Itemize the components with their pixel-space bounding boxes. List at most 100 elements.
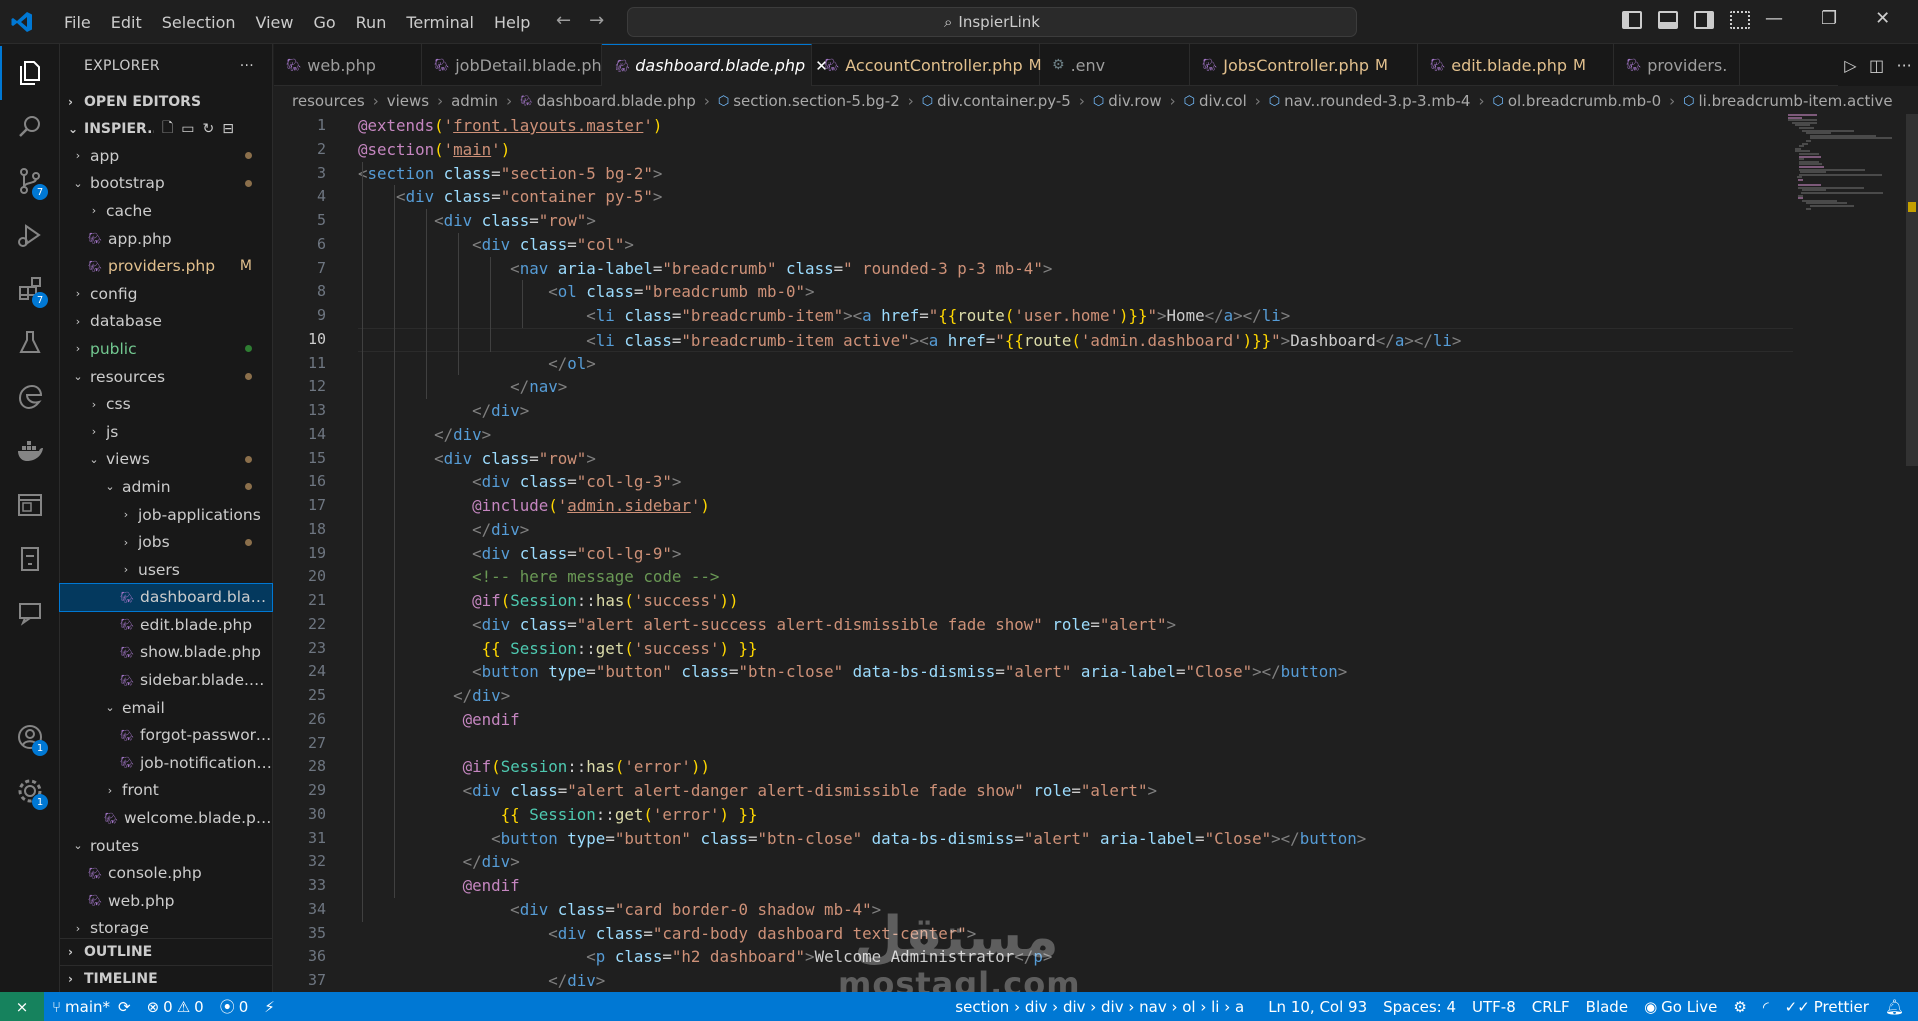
problems-indicator[interactable]: ⊗ 0 ⚠ 0 [139, 998, 212, 1016]
go-live-button[interactable]: ◉ Go Live [1636, 998, 1725, 1016]
tree-file[interactable]: 🐘︎ providers.php M [60, 252, 272, 280]
open-editors-section[interactable]: › OPEN EDITORS [60, 88, 272, 115]
command-center-search[interactable]: ⌕ InspierLink [627, 7, 1357, 37]
tree-folder[interactable]: › config [60, 280, 272, 308]
split-editor-icon[interactable]: ◫ [1869, 56, 1884, 75]
code-line[interactable]: <div class="container py-5"> [358, 185, 1758, 209]
encoding[interactable]: UTF-8 [1464, 998, 1524, 1016]
tree-folder[interactable]: › users [60, 556, 272, 584]
code-editor[interactable]: 1 2 3 4 5 6 7 8 9 10 11 12 13 14 15 16 17 18 19 20 21 22 23 24 2… [274, 114, 1918, 992]
lightning-icon[interactable]: ⚡ [256, 998, 283, 1016]
cursor-position[interactable]: Ln 10, Col 93 [1260, 998, 1375, 1016]
tree-file[interactable]: 🐘︎ app.php [60, 225, 272, 253]
prettier-button[interactable]: ✓✓ Prettier [1777, 998, 1877, 1016]
tree-folder[interactable]: › cache [60, 197, 272, 225]
editor-tab[interactable]: ⚙ .env [1040, 44, 1190, 86]
account-icon[interactable]: 1 [0, 710, 60, 764]
minimap[interactable] [1788, 114, 1906, 234]
breadcrumb-item[interactable]: nav..rounded-3.p-3.mb-4 [1284, 92, 1470, 110]
sync-icon[interactable]: ⟳ [118, 998, 131, 1016]
testing-icon[interactable] [0, 316, 60, 370]
code-line[interactable]: <div class="card border-0 shadow mb-4"> [358, 898, 1758, 922]
menu-item-terminal[interactable]: Terminal [396, 13, 484, 32]
branch-indicator[interactable]: ⑂ main* ⟳ [44, 998, 139, 1016]
new-folder-icon[interactable]: ▭ [181, 121, 194, 137]
source-control-icon[interactable]: 7 [0, 154, 60, 208]
tree-file[interactable]: 🐘︎ welcome.blade.php [60, 804, 272, 832]
back-arrow-icon[interactable]: ← [556, 10, 571, 31]
settings-gear-icon[interactable]: 1 [0, 764, 60, 818]
toggle-secondary-sidebar-icon[interactable] [1694, 11, 1714, 29]
code-line[interactable]: </div> [358, 850, 1758, 874]
edge-icon[interactable] [0, 370, 60, 424]
tree-folder[interactable]: › public [60, 335, 272, 363]
code-line[interactable]: <p class="h2 dashboard">Welcome Administ… [358, 945, 1758, 969]
tree-file[interactable]: 🐘︎ job-notification-e... [60, 749, 272, 777]
tree-folder[interactable]: ⌄ views [60, 446, 272, 474]
run-icon[interactable]: ▷ [1844, 56, 1856, 75]
tree-file[interactable]: 🐘︎ forgot-password.... [60, 721, 272, 749]
breadcrumb-item[interactable]: section.section-5.bg-2 [733, 92, 900, 110]
docker-icon[interactable] [0, 424, 60, 478]
tree-file[interactable]: 🐘︎ console.php [60, 859, 272, 887]
menu-item-edit[interactable]: Edit [101, 13, 152, 32]
vscode-logo-icon[interactable] [10, 10, 34, 34]
code-lines[interactable]: @extends('front.layouts.master') @section… [358, 114, 1793, 992]
ports-indicator[interactable]: ⦿ 0 [212, 996, 257, 1017]
menu-item-selection[interactable]: Selection [152, 13, 246, 32]
editor-tab[interactable]: 🐘︎ jobDetail.blade.php [422, 44, 612, 86]
breadcrumb-item[interactable]: dashboard.blade.php [537, 92, 696, 110]
language-mode[interactable]: Blade [1578, 998, 1636, 1016]
new-file-icon[interactable]: 🗋 [162, 117, 173, 141]
remote-explorer-icon[interactable] [0, 478, 60, 532]
more-actions-icon[interactable]: ··· [1896, 56, 1911, 75]
tree-folder[interactable]: › front [60, 777, 272, 805]
restore-icon[interactable]: ❐ [1821, 8, 1837, 29]
scrollbar-thumb[interactable] [1906, 114, 1918, 466]
code-line[interactable]: <ol class="breadcrumb mb-0"> [358, 280, 1758, 304]
tree-folder[interactable]: › css [60, 390, 272, 418]
code-line[interactable]: <button type="button" class="btn-close" … [358, 827, 1758, 851]
code-line[interactable]: <div class="col"> [358, 233, 1758, 257]
toggle-primary-sidebar-icon[interactable] [1622, 11, 1642, 29]
toggle-panel-icon[interactable] [1658, 11, 1678, 29]
breadcrumb-item[interactable]: div.col [1199, 92, 1247, 110]
tree-folder[interactable]: › database [60, 308, 272, 336]
tree-folder[interactable]: › app [60, 142, 272, 170]
tree-folder[interactable]: ⌄ routes [60, 832, 272, 860]
extensions-icon[interactable]: 7 [0, 262, 60, 316]
forward-arrow-icon[interactable]: → [589, 10, 604, 31]
tree-file[interactable]: 🐘︎ show.blade.php [60, 639, 272, 667]
code-line[interactable]: <div class="alert alert-danger alert-dis… [358, 779, 1758, 803]
remote-indicator-icon[interactable]: ⨯ [0, 992, 44, 1021]
editor-tab[interactable]: 🐘︎ edit.blade.php M [1418, 44, 1614, 86]
more-actions-icon[interactable]: ··· [240, 58, 254, 74]
customize-layout-icon[interactable] [1730, 11, 1750, 29]
minimize-icon[interactable]: — [1765, 8, 1783, 29]
refresh-icon[interactable]: ↻ [203, 121, 215, 137]
breadcrumb-item[interactable]: admin [451, 92, 498, 110]
breadcrumb-item[interactable]: li.breadcrumb-item.active [1699, 92, 1893, 110]
code-line[interactable]: @endif [358, 708, 1758, 732]
outline-section[interactable]: › OUTLINE [60, 938, 273, 965]
code-line[interactable]: @if(Session::has('success')) [358, 589, 1758, 613]
tree-folder[interactable]: ⌄ bootstrap [60, 170, 272, 198]
tree-folder[interactable]: › js [60, 418, 272, 446]
search-icon[interactable] [0, 100, 60, 154]
code-line[interactable]: @extends('front.layouts.master') [358, 114, 1758, 138]
code-line[interactable]: <div class="row"> [358, 209, 1758, 233]
editor-tab[interactable]: 🐘︎ web.php [274, 44, 422, 86]
breadcrumb-item[interactable]: div.container.py-5 [937, 92, 1071, 110]
code-line[interactable]: <!-- here message code --> [358, 565, 1758, 589]
menu-item-go[interactable]: Go [303, 13, 345, 32]
tree-file[interactable]: 🐘︎ dashboard.blade.... [59, 582, 273, 613]
timeline-section[interactable]: › TIMELINE [60, 965, 273, 992]
workspace-section[interactable]: ⌄ INSPIER... 🗋 ▭ ↻ ⊟ [60, 115, 272, 142]
explorer-icon[interactable] [0, 46, 60, 100]
close-window-icon[interactable]: ✕ [1875, 8, 1890, 29]
code-line[interactable]: <section class="section-5 bg-2"> [358, 162, 1758, 186]
code-line[interactable]: </nav> [358, 375, 1758, 399]
code-line[interactable]: <div class="col-lg-3"> [358, 470, 1758, 494]
element-path[interactable]: section › div › div › div › nav › ol › l… [947, 998, 1252, 1016]
code-line[interactable]: </ol> [358, 352, 1758, 376]
